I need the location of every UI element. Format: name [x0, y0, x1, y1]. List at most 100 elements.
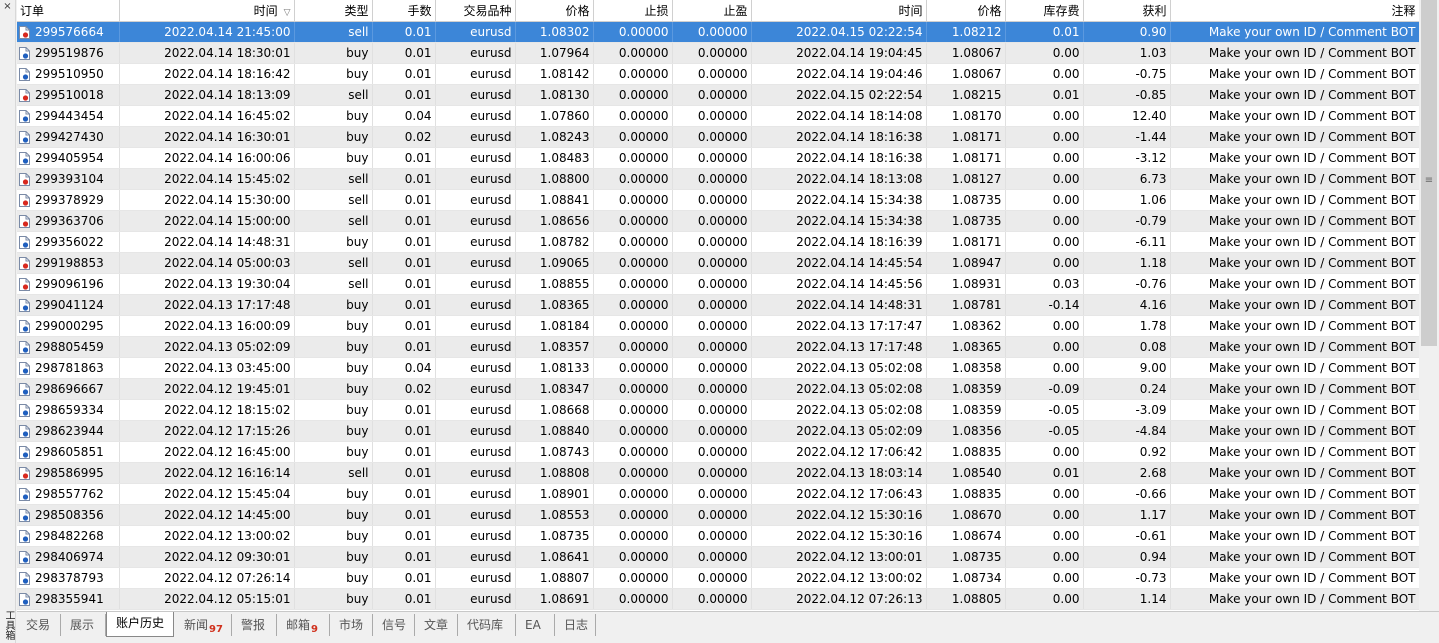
table-row[interactable]: 298482268 2022.04.12 13:00:02 buy 0.01 eurus…	[17, 525, 1419, 547]
open-price-cell: 1.08855	[515, 273, 594, 295]
tab-6[interactable]: 市场	[330, 614, 373, 636]
account-history-table: 订单 时间 ▽ 类型 手数 交易品种 价格 止损 止盈 时间 价格 库存费 获利 …	[17, 0, 1419, 611]
type-cell: buy	[294, 42, 373, 64]
swap-cell: 0.00	[1005, 357, 1084, 379]
close-icon[interactable]: ×	[2, 1, 13, 12]
tab-2[interactable]: 账户历史	[106, 612, 174, 637]
profit-cell: 1.18	[1083, 252, 1171, 274]
open-price-cell: 1.08800	[515, 168, 594, 190]
column-header-lots[interactable]: 手数	[372, 0, 436, 22]
swap-cell: -0.14	[1005, 294, 1084, 316]
vertical-scrollbar[interactable]: ≡	[1419, 0, 1439, 611]
tab-7[interactable]: 信号	[373, 614, 415, 636]
table-row[interactable]: 298586995 2022.04.12 16:16:14 sell 0.01 euru…	[17, 462, 1419, 484]
close-time-cell: 2022.04.13 05:02:08	[751, 357, 927, 379]
open-price-cell: 1.08668	[515, 399, 594, 421]
tab-1[interactable]: 展示	[61, 614, 106, 636]
table-row[interactable]: 298696667 2022.04.12 19:45:01 buy 0.02 eurus…	[17, 378, 1419, 400]
column-header-type[interactable]: 类型	[294, 0, 373, 22]
sell-order-icon	[19, 193, 30, 207]
profit-cell: 1.78	[1083, 315, 1171, 337]
comment-cell: Make your own ID / Comment BOT	[1170, 357, 1419, 379]
column-header-open-price[interactable]: 价格	[515, 0, 594, 22]
tab-3[interactable]: 新闻97	[175, 614, 232, 636]
table-row[interactable]: 299393104 2022.04.14 15:45:02 sell 0.01 euru…	[17, 168, 1419, 190]
table-row[interactable]: 298378793 2022.04.12 07:26:14 buy 0.01 eurus…	[17, 567, 1419, 589]
symbol-cell: eurusd	[435, 567, 516, 589]
tab-label: 信号	[382, 618, 407, 632]
scrollbar-thumb[interactable]: ≡	[1421, 0, 1437, 346]
table-row[interactable]: 299198853 2022.04.14 05:00:03 sell 0.01 euru…	[17, 252, 1419, 274]
column-header-take-profit[interactable]: 止盈	[672, 0, 752, 22]
tab-9[interactable]: 代码库	[458, 614, 516, 636]
column-header-comment[interactable]: 注释	[1170, 0, 1419, 22]
table-row[interactable]: 299405954 2022.04.14 16:00:06 buy 0.01 eurus…	[17, 147, 1419, 169]
tab-11[interactable]: 日志	[555, 614, 596, 636]
column-header-close-price[interactable]: 价格	[926, 0, 1006, 22]
table-row[interactable]: 298623944 2022.04.12 17:15:26 buy 0.01 eurus…	[17, 420, 1419, 442]
column-header-order[interactable]: 订单	[17, 0, 120, 22]
table-row[interactable]: 298557762 2022.04.12 15:45:04 buy 0.01 eurus…	[17, 483, 1419, 505]
type-cell: sell	[294, 168, 373, 190]
table-row[interactable]: 299041124 2022.04.13 17:17:48 buy 0.01 eurus…	[17, 294, 1419, 316]
table-row[interactable]: 299510018 2022.04.14 18:13:09 sell 0.01 euru…	[17, 84, 1419, 106]
swap-cell: 0.01	[1005, 21, 1084, 43]
table-row[interactable]: 299000295 2022.04.13 16:00:09 buy 0.01 eurus…	[17, 315, 1419, 337]
open-time-cell: 2022.04.12 15:45:04	[119, 483, 295, 505]
column-header-profit[interactable]: 获利	[1083, 0, 1171, 22]
table-row[interactable]: 298508356 2022.04.12 14:45:00 buy 0.01 eurus…	[17, 504, 1419, 526]
column-header-open-time[interactable]: 时间 ▽	[119, 0, 295, 22]
type-cell: buy	[294, 294, 373, 316]
table-row[interactable]: 299378929 2022.04.14 15:30:00 sell 0.01 euru…	[17, 189, 1419, 211]
swap-cell: 0.00	[1005, 231, 1084, 253]
open-time-cell: 2022.04.14 21:45:00	[119, 21, 295, 43]
table-row[interactable]: 298805459 2022.04.13 05:02:09 buy 0.01 eurus…	[17, 336, 1419, 358]
tab-5[interactable]: 邮箱9	[277, 614, 330, 636]
table-row[interactable]: 298355941 2022.04.12 05:15:01 buy 0.01 eurus…	[17, 588, 1419, 610]
take-profit-cell: 0.00000	[672, 210, 752, 232]
table-row[interactable]: 299576664 2022.04.14 21:45:00 sell 0.01 euru…	[17, 21, 1419, 43]
table-row[interactable]: 299519876 2022.04.14 18:30:01 buy 0.01 eurus…	[17, 42, 1419, 64]
tab-label: 邮箱	[286, 618, 311, 632]
close-price-cell: 1.08365	[926, 336, 1006, 358]
comment-cell: Make your own ID / Comment BOT	[1170, 588, 1419, 610]
column-header-stop-loss[interactable]: 止损	[593, 0, 673, 22]
table-row[interactable]: 299356022 2022.04.14 14:48:31 buy 0.01 eurus…	[17, 231, 1419, 253]
order-id-text: 299576664	[35, 24, 104, 39]
table-row[interactable]: 299427430 2022.04.14 16:30:01 buy 0.02 eurus…	[17, 126, 1419, 148]
close-time-cell: 2022.04.13 05:02:08	[751, 378, 927, 400]
tab-label: 日志	[564, 618, 589, 632]
table-row[interactable]: 299096196 2022.04.13 19:30:04 sell 0.01 euru…	[17, 273, 1419, 295]
open-time-cell: 2022.04.12 16:45:00	[119, 441, 295, 463]
tab-4[interactable]: 警报	[232, 614, 277, 636]
tab-0[interactable]: 交易	[17, 614, 61, 636]
close-price-cell: 1.08540	[926, 462, 1006, 484]
table-row[interactable]: 299443454 2022.04.14 16:45:02 buy 0.04 eurus…	[17, 105, 1419, 127]
table-row[interactable]: 298781863 2022.04.13 03:45:00 buy 0.04 eurus…	[17, 357, 1419, 379]
order-id-cell: 298586995	[17, 462, 120, 484]
order-id-cell: 298659334	[17, 399, 120, 421]
table-row[interactable]: 299363706 2022.04.14 15:00:00 sell 0.01 euru…	[17, 210, 1419, 232]
tab-label: 市场	[339, 618, 364, 632]
column-header-symbol[interactable]: 交易品种	[435, 0, 516, 22]
table-row[interactable]: 299510950 2022.04.14 18:16:42 buy 0.01 eurus…	[17, 63, 1419, 85]
order-id-text: 298406974	[35, 549, 104, 564]
symbol-cell: eurusd	[435, 441, 516, 463]
stop-loss-cell: 0.00000	[593, 483, 673, 505]
order-id-cell: 299096196	[17, 273, 120, 295]
lots-cell: 0.01	[372, 420, 436, 442]
toolbox-window: × 工具箱 订单 时间 ▽ 类型 手数 交易品种 价格 止损 止盈 时间 价格 …	[0, 0, 1439, 643]
tab-10[interactable]: EA	[516, 614, 555, 636]
swap-cell: 0.01	[1005, 462, 1084, 484]
column-header-close-time[interactable]: 时间	[751, 0, 927, 22]
take-profit-cell: 0.00000	[672, 105, 752, 127]
swap-cell: 0.00	[1005, 210, 1084, 232]
comment-cell: Make your own ID / Comment BOT	[1170, 63, 1419, 85]
open-price-cell: 1.08807	[515, 567, 594, 589]
table-row[interactable]: 298605851 2022.04.12 16:45:00 buy 0.01 eurus…	[17, 441, 1419, 463]
table-row[interactable]: 298659334 2022.04.12 18:15:02 buy 0.01 eurus…	[17, 399, 1419, 421]
tab-8[interactable]: 文章	[415, 614, 458, 636]
profit-cell: 0.92	[1083, 441, 1171, 463]
column-header-swap[interactable]: 库存费	[1005, 0, 1084, 22]
table-row[interactable]: 298406974 2022.04.12 09:30:01 buy 0.01 eurus…	[17, 546, 1419, 568]
